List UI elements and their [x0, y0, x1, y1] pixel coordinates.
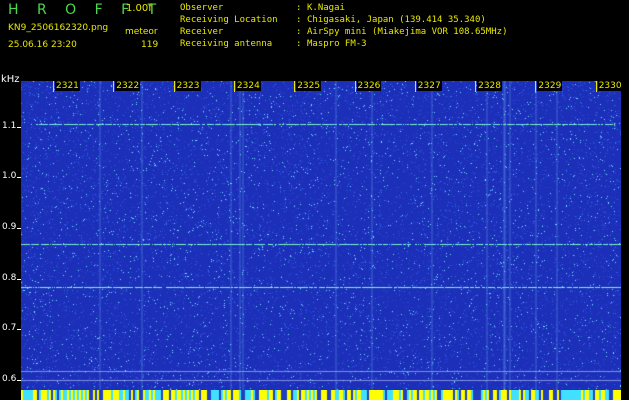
y-tick-label: 0.7 — [2, 323, 17, 334]
receiver-label: Receiver — [180, 27, 224, 37]
antenna-value: Maspro FM-3 — [307, 39, 367, 49]
antenna-label: Receiving antenna — [180, 39, 273, 49]
time-tick-label: 2321 — [55, 81, 80, 91]
time-tick-label: 2322 — [115, 81, 141, 91]
time-tick-label: 2329 — [537, 81, 563, 91]
location-value: Chigasaki, Japan (139.414 35.340) — [307, 15, 486, 25]
datetime-label: 25.06.16 23:20 — [8, 40, 77, 50]
time-tick-mark — [354, 81, 356, 92]
filename-label: KN9_2506162320.png — [8, 23, 109, 33]
y-tick-label: 0.6 — [2, 373, 17, 384]
colon: : — [296, 39, 302, 49]
time-tick-label: 2327 — [416, 81, 442, 91]
y-tick-label: 0.8 — [2, 272, 17, 283]
y-tick-label: 1.1 — [2, 120, 17, 131]
header-panel: H R O F F T 1.00f KN9_2506162320.png met… — [0, 0, 629, 78]
y-tick-label: 1.0 — [2, 171, 17, 182]
count-label: 119 — [141, 40, 159, 50]
version-label: 1.00f — [126, 3, 152, 14]
receiver-value: AirSpy mini (Miakejima VOR 108.65MHz) — [307, 27, 508, 37]
time-tick-label: 2330 — [597, 81, 623, 91]
mode-label: meteor — [125, 27, 158, 37]
time-tick-mark — [475, 81, 477, 92]
time-tick-label: 2324 — [235, 81, 261, 91]
signal-level-bar — [21, 390, 621, 400]
time-tick-mark — [294, 81, 296, 92]
location-label: Receiving Location — [180, 15, 278, 25]
time-tick-mark — [414, 81, 416, 92]
time-tick-mark — [535, 81, 537, 92]
time-tick-label: 2326 — [356, 81, 382, 91]
time-tick-mark — [113, 81, 115, 92]
colon: : — [296, 3, 302, 13]
colon: : — [296, 27, 302, 37]
observer-label: Observer — [180, 3, 224, 13]
time-tick-label: 2325 — [296, 81, 322, 91]
time-tick-mark — [233, 81, 235, 92]
y-axis-unit: kHz — [1, 74, 20, 85]
time-tick-mark — [595, 81, 597, 92]
y-tick-label: 0.9 — [2, 221, 17, 232]
time-tick-label: 2328 — [477, 81, 502, 91]
time-tick-mark — [173, 81, 175, 92]
observer-value: K.Nagai — [307, 3, 345, 13]
spectrogram-canvas[interactable] — [21, 81, 621, 390]
time-tick-mark — [53, 81, 54, 92]
time-tick-label: 2323 — [175, 81, 201, 91]
colon: : — [296, 15, 302, 25]
